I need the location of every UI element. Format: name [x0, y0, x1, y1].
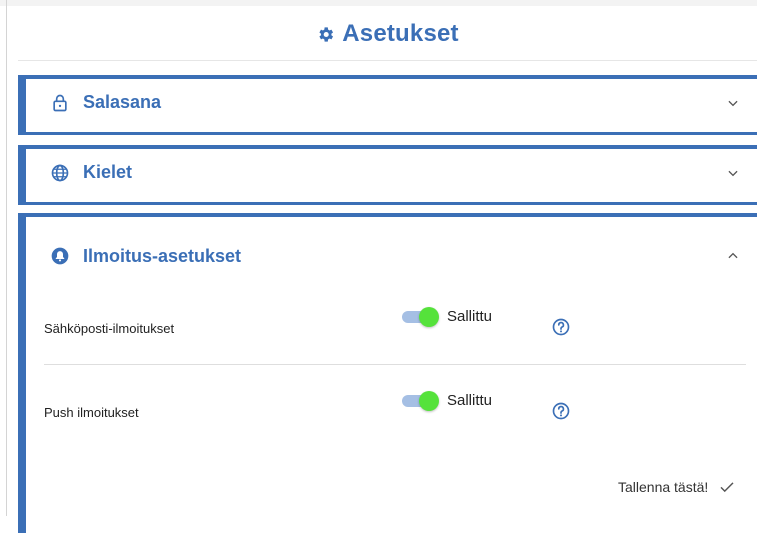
chevron-down-icon[interactable]: [726, 166, 740, 180]
section-notifications: Ilmoitus-asetukset Sähköposti-ilmoitukse…: [18, 213, 757, 533]
page-title: Asetukset: [342, 20, 459, 47]
section-password: Salasana: [18, 75, 757, 135]
globe-icon: [50, 163, 70, 183]
section-notifications-label: Ilmoitus-asetukset: [83, 245, 242, 266]
push-notifications-row: Push ilmoitukset Sallittu: [26, 391, 757, 431]
email-notifications-toggle[interactable]: [402, 307, 439, 327]
chevron-up-icon[interactable]: [726, 249, 740, 263]
top-strip: [0, 0, 757, 6]
save-label: Tallenna tästä!: [618, 479, 709, 495]
toggle-knob: [419, 391, 439, 411]
left-rule: [6, 0, 7, 516]
section-notifications-header[interactable]: Ilmoitus-asetukset: [26, 233, 757, 279]
toggle-knob: [419, 307, 439, 327]
email-notifications-state: Sallittu: [447, 308, 493, 325]
section-languages-header[interactable]: Kielet: [26, 149, 757, 196]
chevron-down-icon[interactable]: [726, 96, 740, 110]
gear-icon: [319, 26, 334, 42]
help-icon[interactable]: [551, 401, 571, 421]
section-password-header[interactable]: Salasana: [26, 79, 757, 126]
divider: [44, 364, 746, 365]
email-notifications-row: Sähköposti-ilmoitukset Sallittu: [26, 307, 757, 347]
push-notifications-state: Sallittu: [447, 392, 493, 409]
bell-icon: [50, 246, 70, 266]
push-notifications-label: Push ilmoitukset: [44, 405, 139, 420]
checkmark-icon: [720, 482, 734, 493]
page-header: Asetukset: [18, 8, 757, 61]
save-button[interactable]: Tallenna tästä!: [618, 478, 736, 496]
section-languages: Kielet: [18, 145, 757, 205]
section-languages-label: Kielet: [83, 162, 133, 182]
help-icon[interactable]: [551, 317, 571, 337]
email-notifications-label: Sähköposti-ilmoitukset: [44, 321, 175, 336]
lock-icon: [50, 93, 70, 113]
push-notifications-toggle[interactable]: [402, 391, 439, 411]
section-password-label: Salasana: [83, 92, 162, 112]
